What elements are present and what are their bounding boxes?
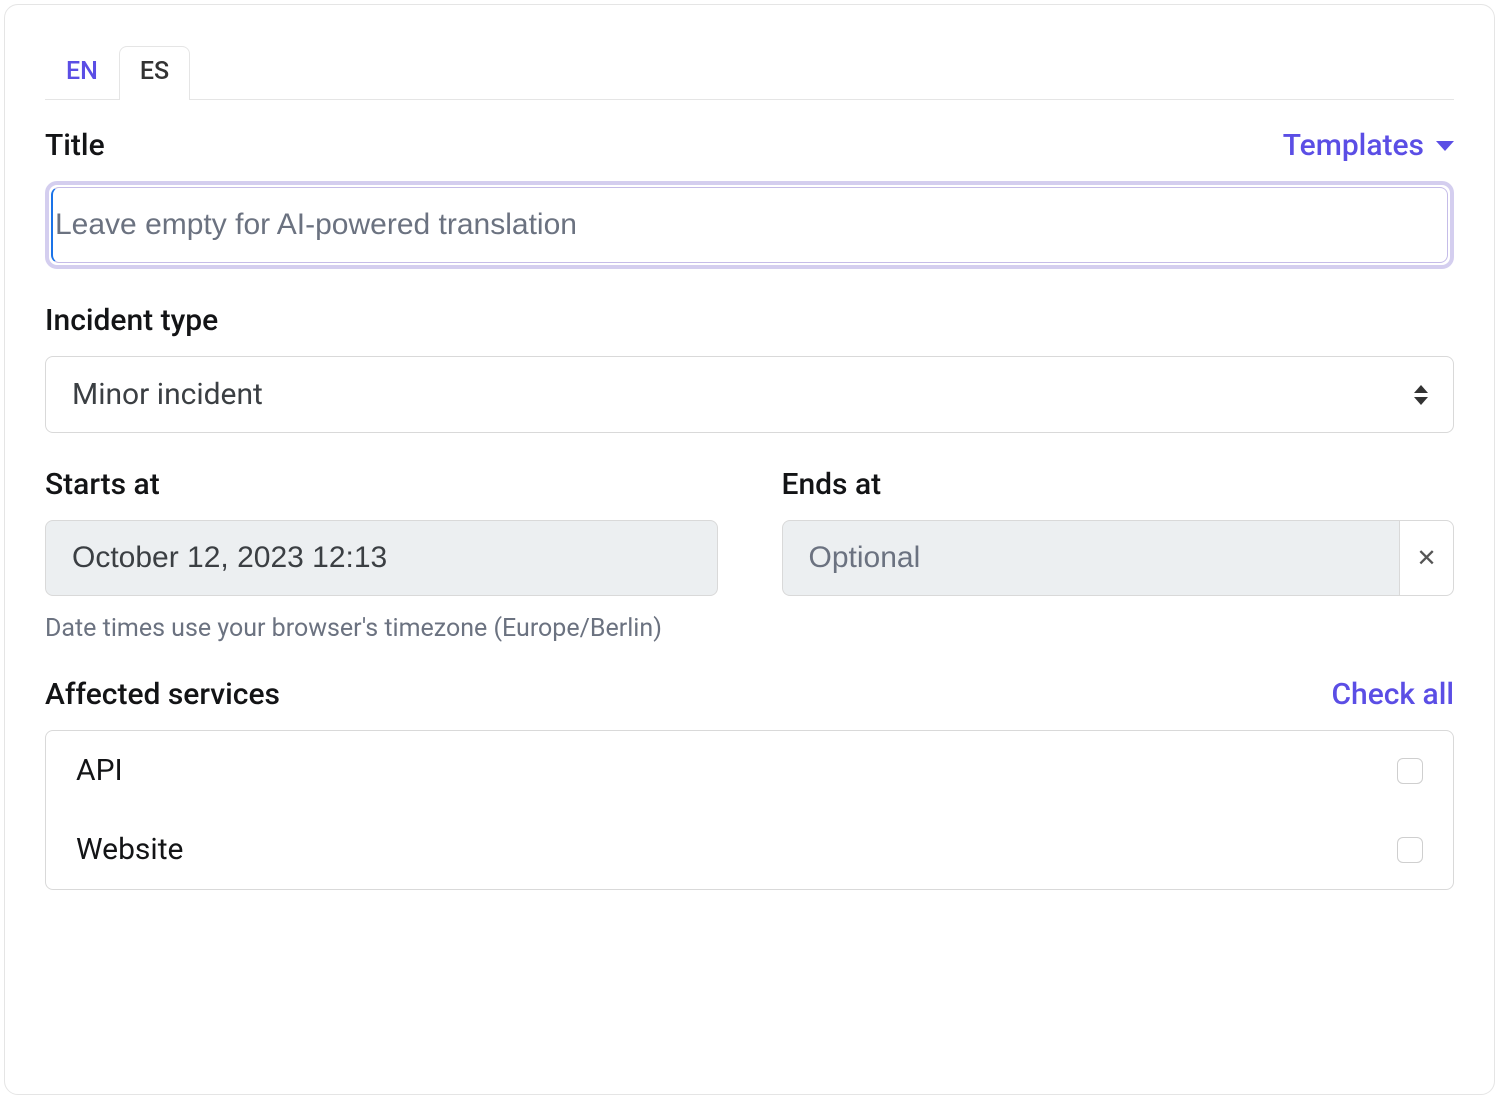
language-tabs: EN ES [45, 45, 1454, 100]
timezone-note: Date times use your browser's timezone (… [45, 614, 1454, 643]
ends-at-col: Ends at ✕ [782, 467, 1455, 596]
dates-row: Starts at Ends at ✕ [45, 467, 1454, 596]
templates-dropdown[interactable]: Templates [1283, 128, 1454, 163]
starts-at-label-row: Starts at [45, 467, 718, 502]
title-input[interactable] [51, 187, 1448, 263]
close-icon: ✕ [1417, 544, 1437, 572]
starts-at-label: Starts at [45, 467, 160, 502]
title-label: Title [45, 128, 105, 163]
tab-es[interactable]: ES [119, 46, 190, 100]
tab-en[interactable]: EN [45, 46, 119, 100]
form-container: EN ES Title Templates Incident type Mino… [4, 4, 1495, 1095]
services-label-row: Affected services Check all [45, 677, 1454, 712]
incident-type-label-row: Incident type [45, 303, 1454, 338]
service-name: Website [76, 832, 183, 867]
title-input-focus-ring [45, 181, 1454, 269]
service-name: API [76, 753, 123, 788]
starts-at-col: Starts at [45, 467, 718, 596]
incident-type-label: Incident type [45, 303, 218, 338]
incident-type-select-wrap: Minor incident [45, 356, 1454, 433]
service-checkbox-website[interactable] [1397, 837, 1423, 863]
services-label: Affected services [45, 677, 280, 712]
dates-section: Starts at Ends at ✕ Date times use your … [45, 467, 1454, 643]
ends-at-label-row: Ends at [782, 467, 1455, 502]
check-all-link[interactable]: Check all [1331, 677, 1454, 712]
incident-type-section: Incident type Minor incident [45, 303, 1454, 433]
incident-type-select[interactable]: Minor incident [45, 356, 1454, 433]
services-list: API Website [45, 730, 1454, 890]
service-row-api: API [46, 731, 1453, 810]
ends-at-input[interactable] [782, 520, 1400, 596]
starts-at-input[interactable] [45, 520, 718, 596]
clear-ends-at-button[interactable]: ✕ [1399, 520, 1454, 596]
title-section: Title Templates [45, 128, 1454, 269]
service-checkbox-api[interactable] [1397, 758, 1423, 784]
service-row-website: Website [46, 810, 1453, 889]
title-label-row: Title Templates [45, 128, 1454, 163]
caret-down-icon [1436, 141, 1454, 151]
templates-label: Templates [1283, 128, 1424, 163]
services-section: Affected services Check all API Website [45, 677, 1454, 890]
ends-at-input-group: ✕ [782, 520, 1455, 596]
ends-at-label: Ends at [782, 467, 882, 502]
